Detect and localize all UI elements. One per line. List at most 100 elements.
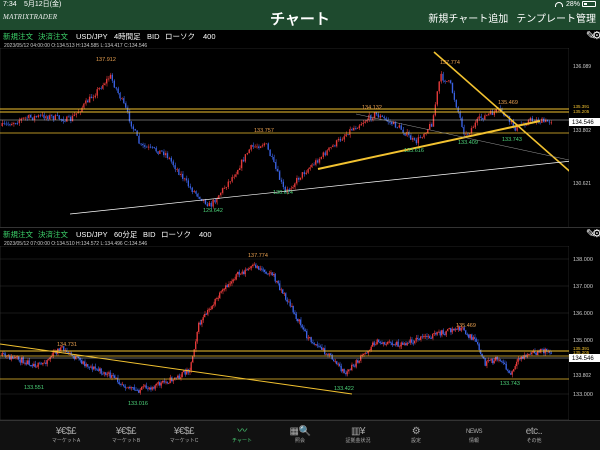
candle-body: [11, 123, 13, 126]
candle-body: [108, 372, 110, 374]
candle-body: [280, 179, 283, 182]
candle-body: [270, 272, 272, 274]
status-right: 28%: [554, 0, 596, 10]
candle-body: [370, 346, 372, 351]
candle-body: [417, 137, 419, 144]
candle-body: [174, 165, 176, 170]
candle-body: [267, 143, 269, 150]
candle-body: [316, 160, 319, 163]
candle-body: [189, 186, 191, 188]
candle-body: [393, 344, 395, 346]
candle-body: [222, 289, 224, 292]
candle-body: [261, 145, 264, 147]
search-icon: ▦🔍: [289, 426, 311, 437]
candle-body: [337, 363, 339, 365]
candle-body: [220, 291, 222, 293]
candle-body: [325, 354, 327, 356]
status-bar: 7:34 5月12日(金) 28%: [0, 0, 600, 10]
bid-ask-select[interactable]: BID: [147, 30, 160, 43]
candle-body: [286, 299, 288, 302]
tab-settings[interactable]: ⚙ 設定: [386, 421, 446, 450]
candle-body: [357, 360, 359, 363]
candle-body: [40, 363, 42, 365]
candle-body: [448, 80, 450, 82]
tab-market-b[interactable]: ¥€$£ マーケットB: [96, 421, 156, 450]
tab-margin-status[interactable]: ▥¥ 証拠金状況: [328, 421, 388, 450]
gear-icon: ⚙: [411, 426, 421, 437]
gear-icon[interactable]: ⚙: [592, 30, 600, 43]
settle-order-button[interactable]: 決済注文: [38, 228, 68, 241]
tab-market-a[interactable]: ¥€$£ マーケットA: [36, 421, 96, 450]
candle-body: [353, 127, 355, 131]
candle-body: [451, 328, 453, 333]
candle-body: [450, 328, 452, 333]
candle-body: [351, 129, 353, 131]
candle-body: [292, 187, 294, 189]
candle-body: [42, 363, 44, 365]
tab-inquiry[interactable]: ▦🔍 照会: [270, 421, 330, 450]
candle-body: [136, 389, 138, 391]
candle-body: [126, 387, 128, 389]
chart-style-select[interactable]: ローソク: [165, 30, 195, 43]
candlestick-chart-4h[interactable]: 136.089 135.391 135.205 134.546 133.802 …: [0, 48, 600, 230]
bar-count-select[interactable]: 400: [203, 30, 216, 43]
candle-body: [303, 172, 305, 175]
candle-body: [83, 103, 85, 108]
candle-body: [550, 352, 552, 354]
candle-body: [487, 113, 490, 115]
tab-chart[interactable]: 〰チャート: [212, 421, 272, 450]
bottom-tab-bar: ¥€$£ マーケットA ¥€$£ マーケットB ¥€$£ マーケットC 〰チャート ▦…: [0, 420, 600, 450]
candle-body: [172, 379, 174, 382]
low-annotation: 133.422: [334, 386, 354, 392]
candle-body: [111, 375, 113, 378]
candle-body: [379, 341, 381, 343]
candle-body: [78, 356, 80, 359]
candle-body: [400, 342, 402, 347]
candle-body: [289, 301, 291, 307]
new-order-button[interactable]: 新規注文: [3, 228, 33, 241]
candle-body: [381, 115, 383, 117]
chart-panel-4h: 新規注文 決済注文 USD/JPY 4時間足 BID ローソク 400 ✎ ⚙ …: [0, 30, 600, 230]
timeframe-select[interactable]: 4時間足: [114, 30, 141, 43]
new-order-button[interactable]: 新規注文: [3, 30, 33, 43]
currency-pair-select[interactable]: USD/JPY: [76, 30, 108, 43]
candle-body: [340, 366, 342, 372]
tab-news[interactable]: NEWS 情報: [444, 421, 504, 450]
chart-style-select[interactable]: ローソク: [161, 228, 191, 241]
candle-body: [493, 360, 495, 364]
candle-body: [486, 114, 488, 116]
candle-body: [541, 118, 543, 123]
candle-body: [499, 359, 501, 361]
candle-body: [207, 309, 209, 315]
candle-body: [140, 143, 142, 145]
candle-body: [489, 360, 491, 362]
gear-icon[interactable]: ⚙: [592, 228, 600, 241]
candle-body: [368, 115, 370, 121]
currency-pair-select[interactable]: USD/JPY: [76, 228, 108, 241]
candle-body: [309, 167, 311, 170]
tab-market-c[interactable]: ¥€$£ マーケットC: [154, 421, 214, 450]
candle-body: [328, 353, 330, 356]
candle-body: [201, 320, 203, 325]
candle-body: [117, 88, 119, 93]
bar-count-select[interactable]: 400: [199, 228, 212, 241]
candle-body: [154, 385, 156, 389]
candle-body: [476, 118, 478, 123]
add-chart-button[interactable]: 新規チャート追加: [428, 14, 508, 25]
candle-body: [423, 336, 425, 338]
template-button[interactable]: テンプレート管理: [516, 14, 596, 25]
high-annotation: 133.757: [254, 128, 274, 134]
timeframe-select[interactable]: 60分足: [114, 228, 137, 241]
candle-body: [87, 100, 89, 103]
bid-ask-select[interactable]: BID: [143, 228, 156, 241]
candlestick-chart-60m[interactable]: 138.000 137.000 136.000 135.000 135.391 …: [0, 246, 600, 420]
candle-body: [513, 369, 515, 372]
settle-order-button[interactable]: 決済注文: [38, 30, 68, 43]
candle-body: [322, 152, 324, 157]
candle-body: [19, 359, 21, 363]
tab-etc[interactable]: etc.. その他: [504, 421, 564, 450]
candle-body: [433, 333, 435, 334]
candle-body: [231, 281, 233, 284]
candle-body: [363, 353, 365, 356]
candle-body: [130, 387, 132, 389]
